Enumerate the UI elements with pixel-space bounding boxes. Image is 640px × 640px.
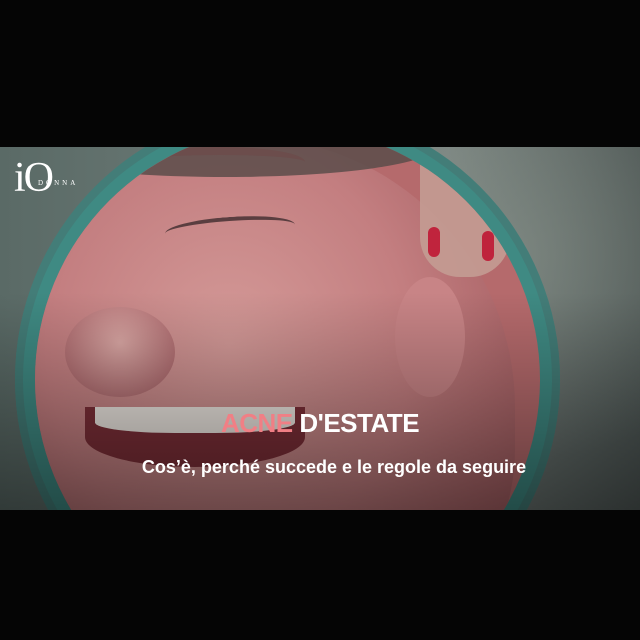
subtitle: Cos’è, perché succede e le regole da seg… — [0, 457, 640, 478]
io-donna-logo: iO DONNA — [14, 155, 75, 201]
subtitle-text: Cos’è, perché succede e le regole da seg… — [141, 457, 527, 477]
headline-rest: D'ESTATE — [292, 408, 420, 438]
logo-subtext: DONNA — [38, 179, 79, 187]
logo-mark: iO — [14, 155, 54, 201]
bottom-vignette — [0, 147, 640, 510]
headline: ACNE D'ESTATE — [0, 408, 640, 439]
video-frame: iO DONNA ACNE D'ESTATE Cos’è, perché suc… — [0, 147, 640, 510]
headline-accent: ACNE — [220, 408, 293, 438]
